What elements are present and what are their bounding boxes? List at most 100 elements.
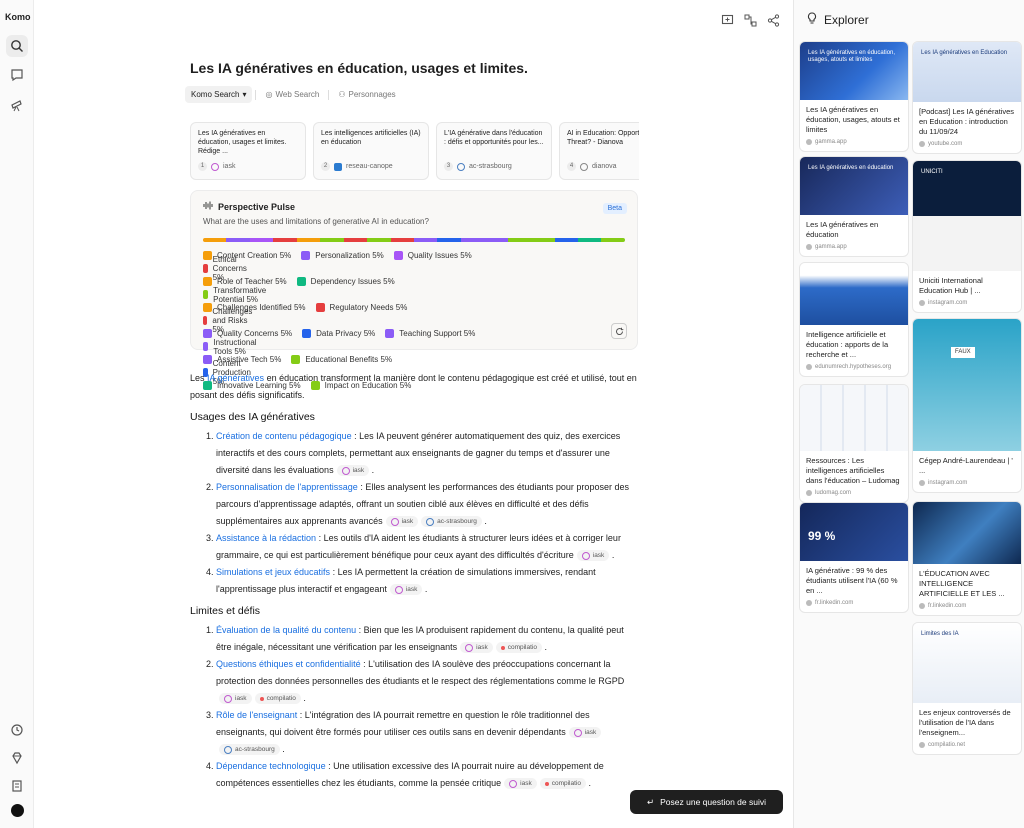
intro-link[interactable]: IA génératives: [207, 373, 264, 383]
topic-link[interactable]: Création de contenu pédagogique: [216, 431, 352, 441]
citation-chip[interactable]: iask: [385, 516, 419, 528]
source-site: dianova: [592, 163, 617, 170]
refresh-icon[interactable]: [611, 323, 627, 339]
bar-segment: [249, 238, 274, 242]
topic-link[interactable]: Simulations et jeux éducatifs: [216, 567, 330, 577]
telescope-icon[interactable]: [6, 94, 28, 116]
perspective-item[interactable]: Educational Benefits 5%: [291, 355, 392, 364]
perspective-item[interactable]: Ethical Concerns 5%: [203, 255, 251, 282]
card-site: compilatio.net: [928, 742, 966, 748]
topic-link[interactable]: Rôle de l'enseignant: [216, 710, 297, 720]
explorer-card[interactable]: Limites des IA Les enjeux controversés de…: [912, 622, 1022, 755]
perspective-item[interactable]: Instructional Tools 5%: [203, 338, 260, 356]
citation-chip[interactable]: iask: [336, 465, 370, 477]
bar-segment: [226, 238, 250, 242]
avatar[interactable]: [6, 799, 28, 821]
chevron-down-icon: ▾: [242, 90, 247, 99]
follow-up-button[interactable]: ↵ Posez une question de suivi: [630, 790, 783, 814]
bar-segment: [531, 238, 555, 242]
topic-link[interactable]: Assistance à la rédaction: [216, 533, 316, 543]
explorer-card[interactable]: Les IA génératives en Education [Podcast]…: [912, 41, 1022, 154]
color-swatch: [203, 316, 208, 325]
site-icon: [806, 490, 812, 496]
globe-icon: [457, 162, 465, 171]
color-swatch: [203, 264, 208, 273]
perspective-item[interactable]: Regulatory Needs 5%: [315, 303, 407, 312]
mode-personnages[interactable]: ⚇ Personnages: [332, 86, 401, 103]
perspective-item[interactable]: Dependency Issues 5%: [296, 277, 395, 286]
bar-segment: [390, 238, 414, 242]
citation-chip[interactable]: iask: [389, 584, 423, 596]
perspective-item[interactable]: Teaching Support 5%: [385, 329, 475, 338]
compilatio-icon: [259, 696, 264, 701]
explorer-card[interactable]: Intelligence artificielle et éducation :…: [799, 262, 909, 377]
citation-chip[interactable]: compilatio: [495, 642, 542, 654]
bar-segment: [367, 238, 391, 242]
chat-icon[interactable]: [6, 64, 28, 86]
color-swatch: [393, 251, 403, 260]
list-item: Personnalisation de l'apprentissage : El…: [216, 479, 638, 530]
new-thread-icon[interactable]: [721, 14, 734, 32]
history-icon[interactable]: [6, 719, 28, 741]
list-item: Dépendance technologique : Une utilisati…: [216, 758, 638, 792]
perspective-label: Teaching Support 5%: [399, 329, 476, 338]
source-card[interactable]: L'IA générative dans l'éducation : défis…: [436, 122, 552, 180]
source-card[interactable]: Les intelligences artificielles (IA) en …: [313, 122, 429, 180]
card-title: Ressources : Les intelligences artificie…: [806, 456, 900, 485]
source-card[interactable]: Les IA génératives en éducation, usages …: [190, 122, 306, 180]
globe-icon: [580, 162, 588, 171]
divider: [255, 89, 257, 100]
source-site: reseau-canope: [346, 163, 393, 170]
perspective-item[interactable]: Data Privacy 5%: [302, 329, 375, 338]
perspective-item[interactable]: Transformative Potential 5%: [203, 286, 270, 304]
iask-icon: [509, 779, 518, 788]
perspective-item[interactable]: Personalization 5%: [301, 251, 384, 260]
topic-link[interactable]: Personnalisation de l'apprentissage: [216, 482, 358, 492]
citation-chip[interactable]: iask: [504, 778, 537, 790]
explorer-card[interactable]: Les IA génératives en éducation, usages,…: [799, 41, 909, 152]
citation-chip[interactable]: ac-strasbourg: [219, 744, 280, 756]
left-rail: Komo: [0, 0, 34, 828]
mindmap-icon[interactable]: [744, 14, 757, 32]
perspective-item[interactable]: Challenges and Risks 5%: [203, 307, 257, 334]
bar-segment: [554, 238, 578, 242]
perspective-label: Transformative Potential 5%: [213, 285, 267, 304]
citation-chip[interactable]: iask: [568, 727, 602, 739]
iask-icon: [394, 585, 403, 594]
source-card[interactable]: AI in Education: Opportunity or Threat? …: [559, 122, 639, 180]
library-icon[interactable]: [6, 775, 28, 797]
globe-icon: [426, 517, 435, 526]
card-thumbnail: Les IA génératives en Education: [913, 42, 1021, 102]
thumbnail-text: Les IA génératives en éducation, usages,…: [808, 50, 896, 63]
share-icon[interactable]: [767, 14, 780, 32]
explorer-card[interactable]: L'ÉDUCATION AVEC INTELLIGENCE ARTIFICIEL…: [912, 501, 1022, 616]
mode-label: Personnages: [348, 90, 396, 99]
diamond-icon[interactable]: [6, 747, 28, 769]
citation-chip[interactable]: iask: [576, 550, 610, 562]
iask-icon: [341, 466, 350, 475]
citation-chip[interactable]: iask: [219, 693, 252, 705]
perspective-label: Data Privacy 5%: [316, 329, 376, 338]
perspective-item[interactable]: Quality Issues 5%: [393, 251, 472, 260]
bar-segment: [273, 238, 297, 242]
search-icon[interactable]: [6, 35, 28, 57]
citation-chip[interactable]: compilatio: [254, 693, 301, 705]
topic-link[interactable]: Évaluation de la qualité du contenu: [216, 625, 356, 635]
mode-web-search[interactable]: ◎ Web Search: [259, 86, 325, 103]
topic-link[interactable]: Questions éthiques et confidentialité: [216, 659, 361, 669]
citation-chip[interactable]: iask: [460, 642, 493, 654]
explorer-card[interactable]: Les IA génératives en éducation Les IA gé…: [799, 156, 909, 257]
citation-chip[interactable]: compilatio: [539, 778, 586, 790]
iask-icon: [211, 162, 219, 171]
perspective-label: Quality Issues 5%: [407, 251, 472, 260]
citation-chip[interactable]: ac-strasbourg: [421, 516, 482, 528]
mode-komo-search[interactable]: Komo Search ▾: [185, 86, 253, 103]
explorer-card[interactable]: Ressources : Les intelligences artificie…: [799, 384, 909, 503]
citation-label: compilatio: [266, 695, 296, 703]
explorer-card[interactable]: UNICITI Uniciti International Education H…: [912, 160, 1022, 313]
topic-link[interactable]: Dépendance technologique: [216, 761, 326, 771]
explorer-card[interactable]: FAUX Cégep André-Laurendeau | ' ... instag…: [912, 318, 1022, 493]
site-icon: [919, 603, 925, 609]
list-item: Assistance à la rédaction : Les outils d…: [216, 530, 638, 564]
explorer-card[interactable]: 99 % IA générative : 99 % des étudiants u…: [799, 502, 909, 613]
